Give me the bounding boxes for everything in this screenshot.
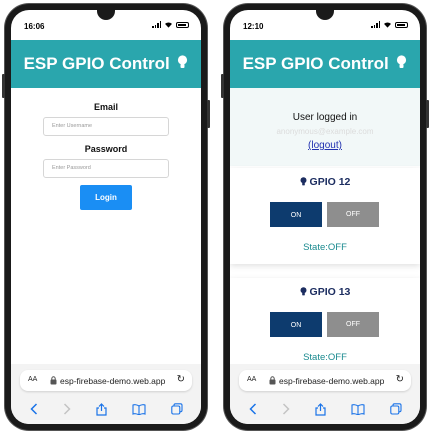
gpio-off-button[interactable]: OFF bbox=[327, 202, 379, 227]
browser-nav bbox=[230, 400, 420, 418]
status-icons bbox=[152, 21, 189, 28]
gpio-off-button[interactable]: OFF bbox=[327, 312, 379, 337]
power-button bbox=[426, 100, 429, 128]
power-button bbox=[207, 100, 210, 128]
back-icon[interactable] bbox=[248, 403, 257, 415]
status-bar: 16:06 bbox=[11, 10, 201, 40]
logged-in-text: User logged in bbox=[292, 112, 358, 123]
back-icon[interactable] bbox=[29, 403, 38, 415]
bookmarks-icon[interactable] bbox=[131, 403, 146, 415]
password-field[interactable]: Enter Password bbox=[43, 159, 169, 178]
app-header: ESP GPIO Control bbox=[230, 40, 420, 88]
reload-icon[interactable]: ↻ bbox=[396, 374, 404, 385]
volume-button bbox=[2, 74, 5, 98]
text-size-button[interactable]: AA bbox=[28, 376, 37, 383]
browser-bar: AA esp-firebase-demo.web.app ↻ bbox=[230, 364, 420, 424]
gpio-on-button[interactable]: ON bbox=[270, 312, 322, 337]
status-time: 12:10 bbox=[243, 22, 264, 31]
screen-right: 12:10 ESP GPIO Control User logged in an… bbox=[230, 10, 420, 424]
bookmarks-icon[interactable] bbox=[350, 403, 365, 415]
lightbulb-icon bbox=[178, 55, 188, 69]
status-icons bbox=[371, 21, 408, 28]
login-form: Email Enter Username Password Enter Pass… bbox=[11, 102, 201, 210]
camera-notch bbox=[97, 10, 115, 20]
reload-icon[interactable]: ↻ bbox=[177, 374, 185, 385]
signal-icon bbox=[152, 21, 161, 28]
gpio-title: GPIO 13 bbox=[230, 286, 420, 298]
gpio-card: GPIO 13 ON OFF State:OFF bbox=[230, 278, 420, 374]
logout-link[interactable]: (logout) bbox=[230, 140, 420, 151]
battery-icon bbox=[176, 21, 189, 28]
gpio-title: GPIO 12 bbox=[230, 176, 420, 188]
browser-nav bbox=[11, 400, 201, 418]
password-label: Password bbox=[84, 144, 128, 154]
header-title: ESP GPIO Control bbox=[23, 54, 170, 73]
url-text: esp-firebase-demo.web.app bbox=[60, 376, 166, 386]
lightbulb-icon bbox=[300, 177, 307, 186]
wifi-icon bbox=[384, 22, 391, 28]
share-icon[interactable] bbox=[95, 402, 107, 416]
app-header: ESP GPIO Control bbox=[11, 40, 201, 88]
user-email: anonymous@example.com bbox=[276, 127, 374, 136]
lightbulb-icon bbox=[397, 55, 407, 69]
url-text: esp-firebase-demo.web.app bbox=[279, 376, 385, 386]
address-bar[interactable]: AA esp-firebase-demo.web.app ↻ bbox=[20, 370, 192, 391]
email-label: Email bbox=[93, 102, 118, 112]
lock-icon bbox=[269, 376, 276, 385]
header-title: ESP GPIO Control bbox=[242, 54, 389, 73]
battery-icon bbox=[395, 21, 408, 28]
email-field[interactable]: Enter Username bbox=[43, 117, 169, 136]
gpio-card: GPIO 12 ON OFF State:OFF bbox=[230, 168, 420, 264]
browser-bar: AA esp-firebase-demo.web.app ↻ bbox=[11, 364, 201, 424]
lock-icon bbox=[50, 376, 57, 385]
text-size-button[interactable]: AA bbox=[247, 376, 256, 383]
signal-icon bbox=[371, 21, 380, 28]
lightbulb-icon bbox=[300, 287, 307, 296]
share-icon[interactable] bbox=[314, 402, 326, 416]
gpio-title-text: GPIO 12 bbox=[309, 176, 351, 188]
forward-icon[interactable] bbox=[63, 403, 71, 415]
screen-left: 16:06 ESP GPIO Control Email Enter Usern… bbox=[11, 10, 201, 424]
status-time: 16:06 bbox=[24, 22, 45, 31]
camera-notch bbox=[316, 10, 334, 20]
phone-right: 12:10 ESP GPIO Control User logged in an… bbox=[221, 4, 429, 430]
address-bar[interactable]: AA esp-firebase-demo.web.app ↻ bbox=[239, 370, 411, 391]
gpio-state: State:OFF bbox=[303, 242, 347, 253]
phone-left: 16:06 ESP GPIO Control Email Enter Usern… bbox=[2, 4, 210, 430]
volume-button bbox=[221, 74, 224, 98]
status-bar: 12:10 bbox=[230, 10, 420, 40]
tabs-icon[interactable] bbox=[389, 403, 402, 415]
user-panel: User logged in anonymous@example.com (lo… bbox=[230, 88, 420, 166]
gpio-state: State:OFF bbox=[303, 352, 347, 363]
gpio-title-text: GPIO 13 bbox=[309, 286, 351, 298]
login-button[interactable]: Login bbox=[80, 185, 132, 210]
wifi-icon bbox=[165, 22, 172, 28]
forward-icon[interactable] bbox=[282, 403, 290, 415]
tabs-icon[interactable] bbox=[170, 403, 183, 415]
gpio-on-button[interactable]: ON bbox=[270, 202, 322, 227]
